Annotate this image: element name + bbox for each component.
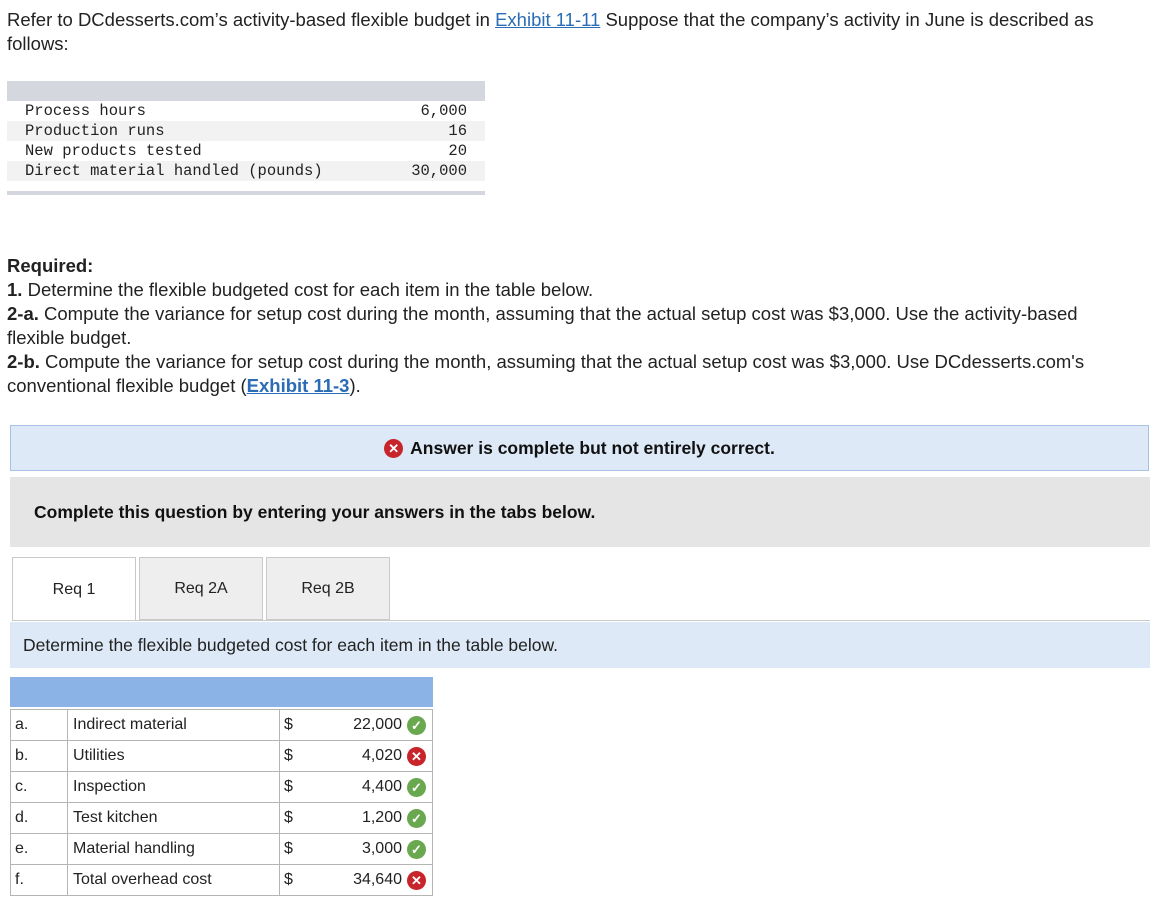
intro-text: Refer to DCdesserts.com’s activity-based… [7,8,1127,56]
check-circle-icon: ✓ [407,839,426,859]
activity-value: 30,000 [411,162,467,180]
check-circle-icon: ✓ [407,808,426,828]
activity-label: Process hours [25,102,146,120]
amount-input-cell[interactable]: 3,000 ✓ [296,833,433,865]
row-item-label: Indirect material [67,709,280,741]
tab-description-text: Determine the flexible budgeted cost for… [23,634,559,655]
required-item-text: Compute the variance for setup cost duri… [7,303,1078,348]
amount-value[interactable]: 4,020 [362,747,402,765]
answer-status-text: Answer is complete but not entirely corr… [410,437,775,458]
amount-input-cell[interactable]: 4,400 ✓ [296,771,433,803]
intro-text-before: Refer to DCdesserts.com’s activity-based… [7,9,496,30]
activity-value: 16 [448,122,467,140]
required-item-num: 1. [7,279,23,300]
amount-value[interactable]: 22,000 [353,716,402,734]
activity-row: Direct material handled (pounds) 30,000 [7,161,485,181]
amount-input-cell[interactable]: 34,640 ✕ [296,864,433,896]
row-letter: c. [10,771,68,803]
row-item-label: Utilities [67,740,280,772]
activity-label: Production runs [25,122,165,140]
amount-value[interactable]: 34,640 [353,871,402,889]
tab-req-2b[interactable]: Req 2B [266,557,390,620]
row-currency: $ [279,864,296,896]
table-row: a. Indirect material $22,000 ✓ [10,709,433,741]
exhibit-11-11-link[interactable]: Exhibit 11-11 [495,9,600,30]
instruction-box: Complete this question by entering your … [10,477,1150,547]
activity-value: 20 [448,142,467,160]
activity-row: Production runs 16 [7,121,485,141]
x-circle-icon: ✕ [407,746,426,766]
activity-label: New products tested [25,142,202,160]
table-row: f. Total overhead cost $34,640 ✕ [10,864,433,896]
row-item-label: Material handling [67,833,280,865]
required-item-text: Compute the variance for setup cost duri… [7,351,1085,396]
row-item-label: Total overhead cost [67,864,280,896]
required-item-num: 2-a. [7,303,39,324]
row-currency: $ [279,771,296,803]
amount-input-cell[interactable]: 4,020 ✕ [296,740,433,772]
row-letter: e. [10,833,68,865]
required-item-text: Determine the flexible budgeted cost for… [22,279,594,300]
required-item-text-after: ). [349,375,361,396]
table-header-row [10,677,433,707]
flexible-budget-table: a. Indirect material $22,000 ✓ b. Utilities $4… [10,677,433,896]
required-section: Required: 1. Determine the flexible budg… [7,254,1127,398]
required-item-2a: 2-a. Compute the variance for setup cost… [7,302,1127,350]
required-item-2b: 2-b. Compute the variance for setup cost… [7,350,1127,398]
required-heading: Required: [7,255,94,276]
x-circle-icon: ✕ [407,870,426,890]
row-currency: $ [279,802,296,834]
activity-value: 6,000 [420,102,467,120]
check-circle-icon: ✓ [407,715,426,735]
table-row: d. Test kitchen $1,200 ✓ [10,802,433,834]
row-currency: $ [279,833,296,865]
table-header-cell [10,677,433,707]
tab-req-2a[interactable]: Req 2A [139,557,263,620]
row-letter: a. [10,709,68,741]
row-item-label: Inspection [67,771,280,803]
amount-value[interactable]: 1,200 [362,809,402,827]
row-letter: d. [10,802,68,834]
table-row: e. Material handling $3,000 ✓ [10,833,433,865]
activity-label: Direct material handled (pounds) [25,162,323,180]
amount-value[interactable]: 3,000 [362,840,402,858]
tab-divider [12,620,1150,621]
table-row: c. Inspection $4,400 ✓ [10,771,433,803]
instruction-text: Complete this question by entering your … [34,501,596,522]
activity-row: Process hours 6,000 [7,101,485,121]
answer-status-banner: ✕ Answer is complete but not entirely co… [10,425,1149,471]
activity-table-bottom-bar [7,191,485,195]
table-row: b. Utilities $4,020 ✕ [10,740,433,772]
required-item-num: 2-b. [7,351,40,372]
row-letter: f. [10,864,68,896]
check-circle-icon: ✓ [407,777,426,797]
amount-input-cell[interactable]: 22,000 ✓ [296,709,433,741]
amount-input-cell[interactable]: 1,200 ✓ [296,802,433,834]
x-circle-icon: ✕ [384,438,404,458]
tab-description: Determine the flexible budgeted cost for… [10,622,1150,668]
row-currency: $ [279,709,296,741]
amount-value[interactable]: 4,400 [362,778,402,796]
activity-table-top-bar [7,81,485,101]
row-item-label: Test kitchen [67,802,280,834]
exhibit-11-3-link[interactable]: Exhibit 11-3 [247,375,350,396]
required-item-1: 1. Determine the flexible budgeted cost … [7,278,1127,302]
activity-row: New products tested 20 [7,141,485,161]
tab-req-1[interactable]: Req 1 [12,557,136,621]
row-currency: $ [279,740,296,772]
row-letter: b. [10,740,68,772]
activity-table: Process hours 6,000 Production runs 16 N… [7,81,485,195]
